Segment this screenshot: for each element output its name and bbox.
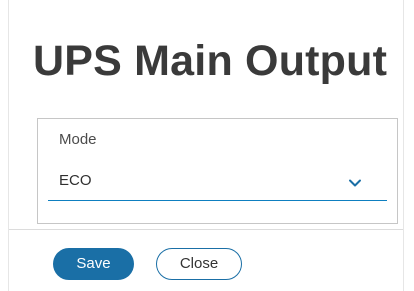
dialog-title: UPS Main Output — [33, 37, 388, 85]
chevron-down-icon — [348, 175, 362, 187]
dialog-left-border — [8, 0, 9, 291]
close-button[interactable]: Close — [156, 248, 242, 280]
save-button[interactable]: Save — [53, 248, 134, 280]
mode-select-value: ECO — [59, 172, 92, 189]
dialog: UPS Main Output Mode ECO Save Close — [0, 0, 414, 291]
mode-field-label: Mode — [59, 131, 97, 148]
actions-divider — [9, 229, 403, 230]
mode-select[interactable]: ECO — [48, 163, 387, 201]
dialog-right-border — [403, 0, 404, 291]
mode-select-underline — [48, 200, 387, 201]
